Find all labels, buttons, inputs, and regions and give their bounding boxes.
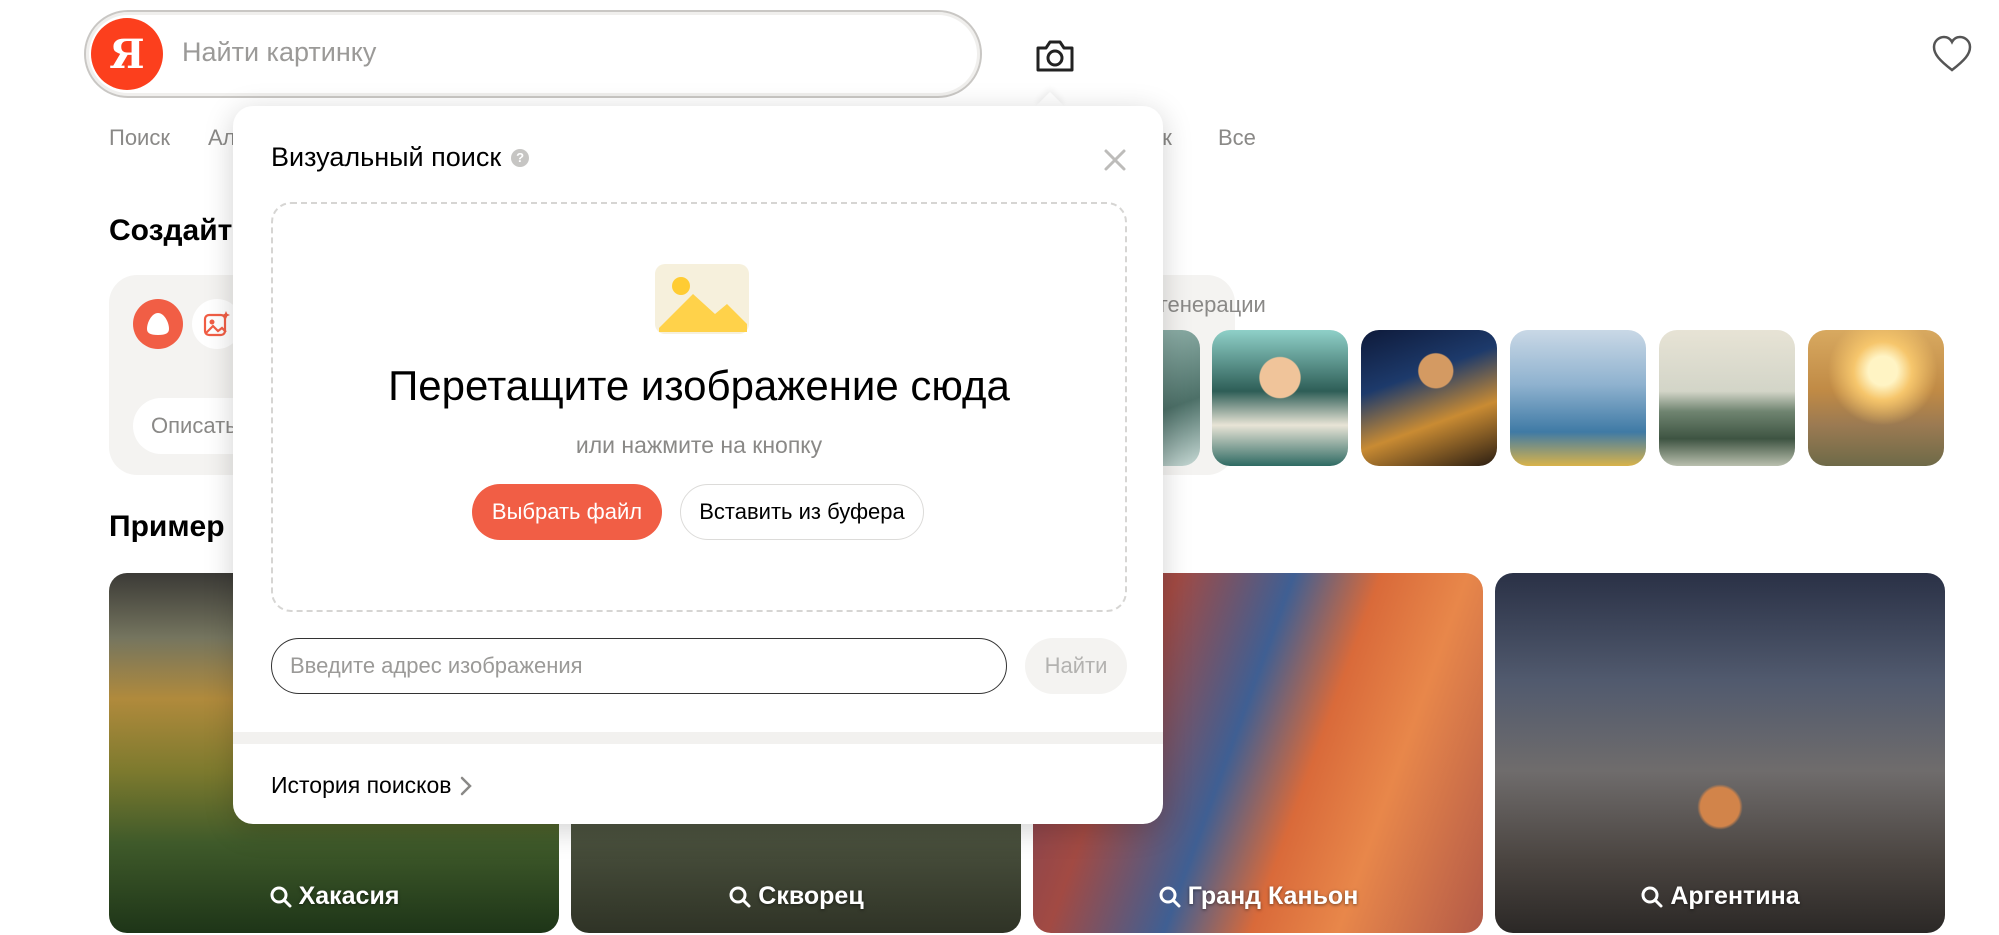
- generations-label: генерации: [1160, 292, 1266, 317]
- generation-thumbnail[interactable]: [1212, 330, 1348, 466]
- generation-thumbnail[interactable]: [1361, 330, 1497, 466]
- generation-thumbnail[interactable]: [1659, 330, 1795, 466]
- example-label: Гранд Каньон: [1187, 882, 1359, 910]
- dropzone-subtitle: или нажмите на кнопку: [575, 432, 823, 458]
- dropzone[interactable]: Перетащите изображение сюда или нажмите …: [271, 202, 1127, 612]
- help-icon[interactable]: ?: [511, 148, 530, 167]
- generation-thumbnail[interactable]: [1510, 330, 1646, 466]
- tab-partial-left[interactable]: Ал: [208, 125, 236, 151]
- tab-search[interactable]: Поиск: [109, 125, 170, 151]
- image-placeholder-icon: [653, 262, 751, 336]
- example-card[interactable]: Аргентина: [1495, 573, 1945, 933]
- chevron-right-icon: [460, 776, 472, 795]
- modal-title: Визуальный поиск: [271, 142, 502, 172]
- search-icon: [729, 886, 751, 907]
- find-button[interactable]: Найти: [1025, 638, 1127, 694]
- camera-icon[interactable]: [1030, 30, 1080, 80]
- image-url-input[interactable]: [271, 638, 1007, 694]
- close-icon[interactable]: [1099, 144, 1131, 176]
- create-section-title: Создайт: [109, 214, 233, 247]
- dropzone-title: Перетащите изображение сюда: [388, 362, 1010, 409]
- search-history-label: История поисков: [271, 772, 452, 798]
- example-label: Аргентина: [1670, 882, 1800, 910]
- heart-icon[interactable]: [1928, 30, 1976, 78]
- search-history-link[interactable]: История поисков: [271, 772, 472, 799]
- choose-file-button[interactable]: Выбрать файл: [472, 484, 662, 540]
- example-label: Скворец: [758, 882, 864, 910]
- alice-icon[interactable]: [133, 299, 183, 349]
- modal-divider: [233, 732, 1163, 744]
- examples-section-title: Пример: [109, 510, 225, 543]
- yandex-logo[interactable]: Я: [91, 18, 163, 90]
- paste-from-clipboard-button[interactable]: Вставить из буфера: [680, 484, 924, 540]
- visual-search-modal: Визуальный поиск ? Перетащите изображени…: [233, 106, 1163, 824]
- search-icon: [270, 886, 292, 907]
- search-input[interactable]: [182, 30, 922, 74]
- search-icon: [1641, 886, 1663, 907]
- tab-all[interactable]: Все: [1218, 125, 1256, 151]
- search-icon: [1159, 886, 1181, 907]
- example-label: Хакасия: [298, 882, 400, 910]
- generation-thumbnail[interactable]: [1808, 330, 1944, 466]
